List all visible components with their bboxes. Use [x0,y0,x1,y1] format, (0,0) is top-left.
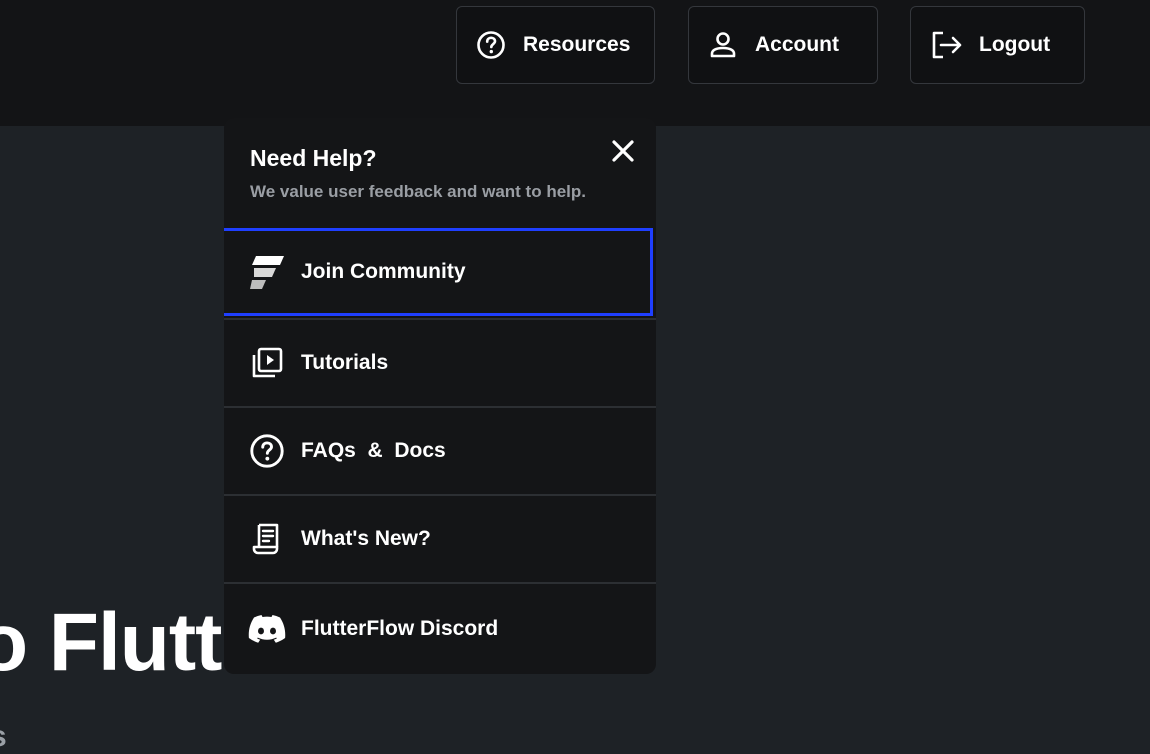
menu-item-label: What's New? [301,527,431,550]
menu-item-whats-new[interactable]: What's New? [224,494,656,582]
page-heading: o Flutt [0,597,222,688]
top-navigation-bar: Resources Account Logout [0,0,1150,126]
logout-button[interactable]: Logout [910,6,1085,84]
help-circle-icon [248,432,286,470]
menu-item-label: FAQs & Docs [301,439,446,462]
menu-item-tutorials[interactable]: Tutorials [224,318,656,406]
close-icon [612,140,634,162]
account-button[interactable]: Account [688,6,878,84]
logout-label: Logout [979,33,1051,56]
close-button[interactable] [610,138,636,164]
menu-item-flutterflow-discord[interactable]: FlutterFlow Discord [224,582,656,674]
menu-item-label: Join Community [301,260,466,283]
menu-item-label: FlutterFlow Discord [301,617,499,640]
flutterflow-logo-icon [248,253,286,291]
menu-item-faqs-docs[interactable]: FAQs & Docs [224,406,656,494]
menu-item-label: Tutorials [301,351,389,374]
discord-icon [248,610,286,648]
help-popup-header: Need Help? We value user feedback and wa… [224,118,656,228]
resources-label: Resources [523,33,631,56]
video-library-icon [248,344,286,382]
help-popup-title: Need Help? [250,145,377,171]
person-icon [707,29,739,61]
page-subheading: s [0,720,7,754]
receipt-icon [248,520,286,558]
menu-item-join-community[interactable]: Join Community [224,228,653,316]
help-popup: Need Help? We value user feedback and wa… [224,118,656,674]
help-circle-icon [475,29,507,61]
account-label: Account [755,33,839,56]
logout-icon [929,29,963,61]
resources-button[interactable]: Resources [456,6,655,84]
help-popup-subtitle: We value user feedback and want to help. [250,182,586,201]
